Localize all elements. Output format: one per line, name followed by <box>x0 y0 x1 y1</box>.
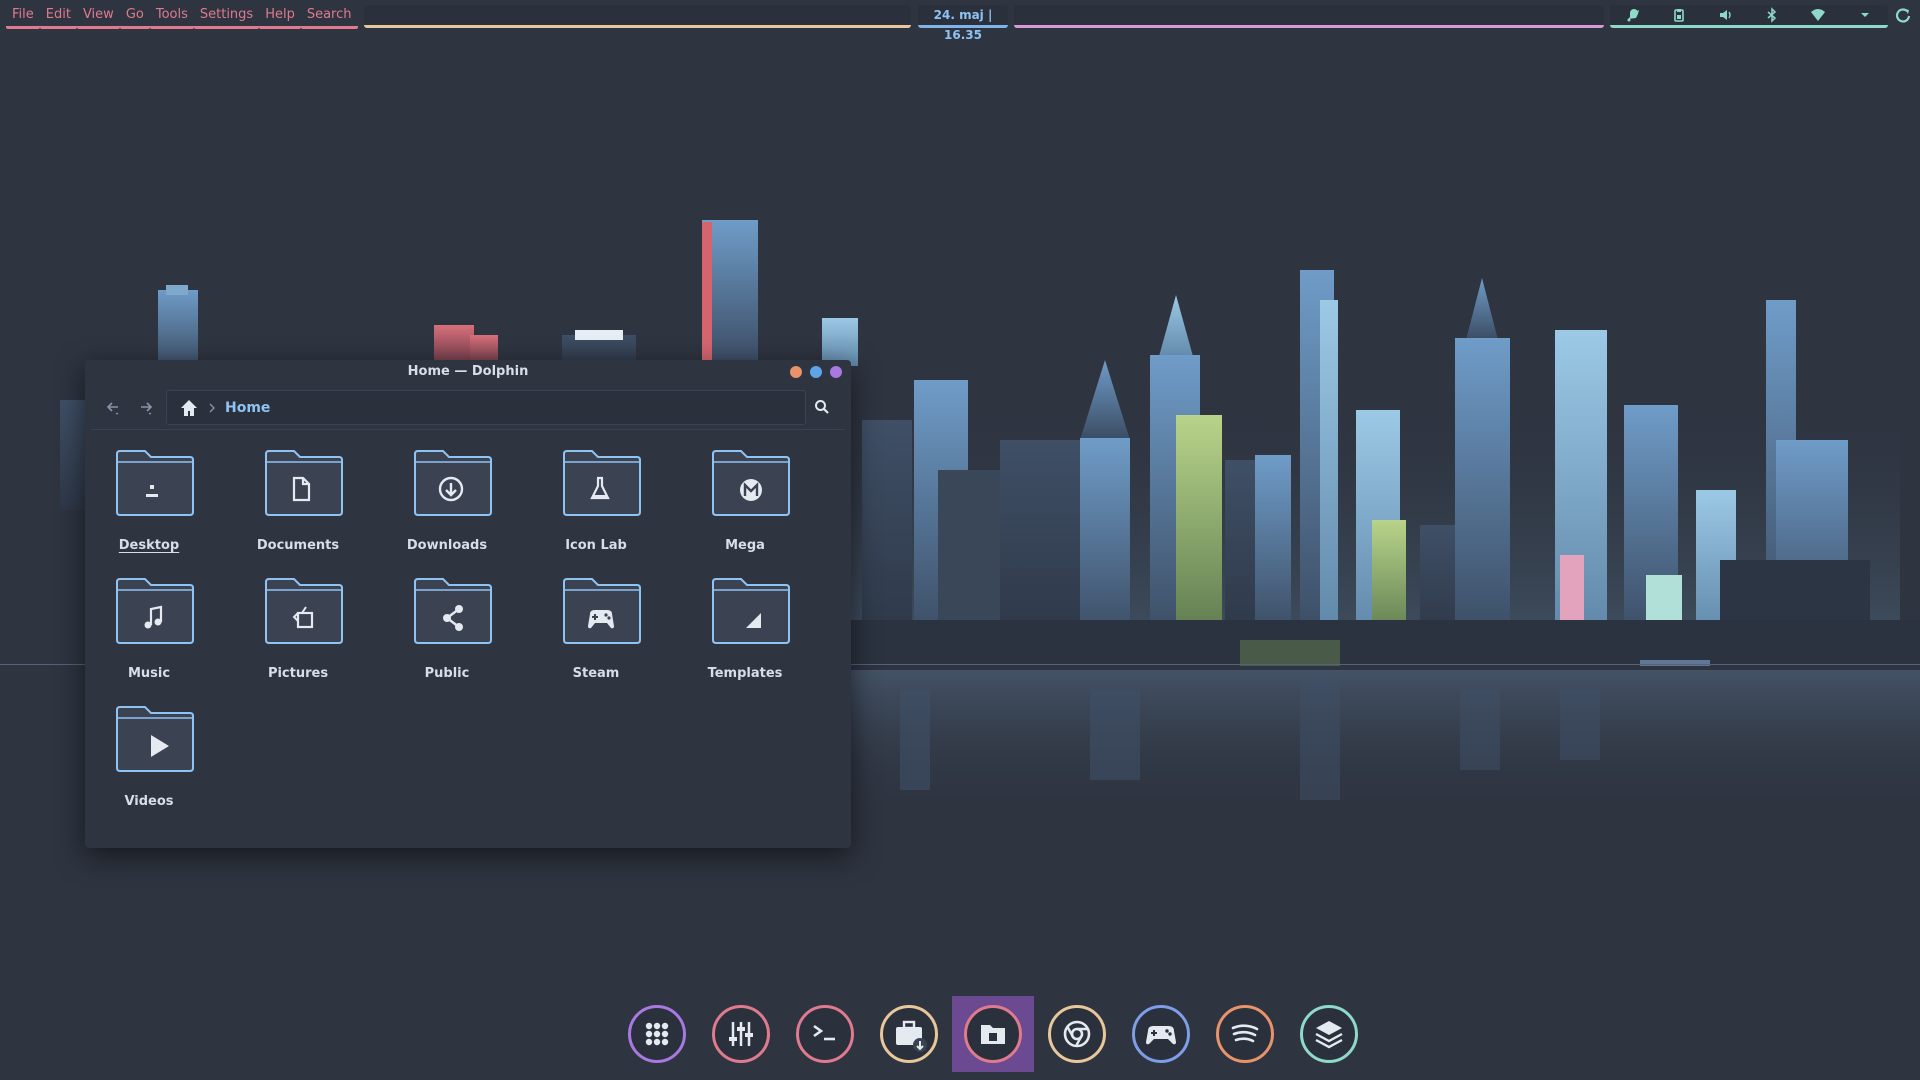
bell-icon[interactable] <box>1624 6 1642 24</box>
dock-file-manager-button[interactable] <box>964 1005 1022 1063</box>
chevron-down-icon[interactable] <box>1856 6 1874 24</box>
clipboard-icon[interactable] <box>1670 6 1688 24</box>
spotify-icon <box>1231 1024 1259 1043</box>
toolbar: Home <box>85 388 851 425</box>
dock-chrome-button[interactable] <box>1048 1005 1106 1063</box>
dock-terminal-button[interactable] <box>796 1005 854 1063</box>
music-folder-icon <box>116 578 194 644</box>
arrow-right-icon <box>141 402 153 415</box>
dock-layers-button[interactable] <box>1300 1005 1358 1063</box>
menu-go[interactable]: Go <box>119 5 150 29</box>
briefcase-download-icon <box>896 1020 927 1052</box>
back-button[interactable] <box>102 396 124 418</box>
mega-folder-icon <box>712 450 790 516</box>
dock-games-button[interactable] <box>1132 1005 1190 1063</box>
arrow-left-icon <box>106 402 119 415</box>
folder-mega[interactable]: Mega <box>675 448 815 568</box>
share-folder-icon <box>414 578 492 644</box>
folder-downloads[interactable]: Downloads <box>377 448 517 568</box>
menu-help[interactable]: Help <box>259 5 301 29</box>
templates-folder-icon <box>712 578 790 644</box>
toolbar-divider <box>91 429 845 430</box>
clock[interactable]: 24. maj | 16.35 <box>918 5 1008 42</box>
bluetooth-icon[interactable] <box>1763 6 1781 24</box>
folder-label: Music <box>127 666 171 681</box>
pictures-folder-icon <box>265 578 343 644</box>
sliders-icon <box>729 1022 753 1046</box>
panel-taskbar-area[interactable] <box>364 5 911 28</box>
dock <box>626 996 1358 1072</box>
dock-spotify-button[interactable] <box>1216 1005 1274 1063</box>
desktop-folder-icon <box>116 450 194 516</box>
forward-button[interactable] <box>135 396 157 418</box>
dock-mixer-button[interactable] <box>712 1005 770 1063</box>
videos-folder-icon <box>116 706 194 772</box>
dolphin-window: Home — Dolphin Home Desktop Documents Down… <box>85 360 851 848</box>
folder-label: Templates <box>707 666 783 681</box>
dock-app-launcher-button[interactable] <box>628 1005 686 1063</box>
folder-icon-lab[interactable]: Icon Lab <box>526 448 666 568</box>
location-bar[interactable]: Home <box>166 390 806 425</box>
flask-folder-icon <box>563 450 641 516</box>
close-button[interactable] <box>830 366 842 378</box>
menu-edit[interactable]: Edit <box>39 5 77 29</box>
folder-label: Mega <box>725 538 765 553</box>
minimize-button[interactable] <box>790 366 802 378</box>
folder-label: Pictures <box>267 666 329 681</box>
global-menu: File Edit View Go Tools Settings Help Se… <box>6 5 358 29</box>
menu-tools[interactable]: Tools <box>149 5 194 29</box>
terminal-icon <box>813 1024 835 1041</box>
chevron-right-icon <box>207 402 219 414</box>
panel-spacer-area <box>1014 5 1604 28</box>
folder-label: Desktop <box>118 538 180 553</box>
folder-public[interactable]: Public <box>377 576 517 696</box>
downloads-folder-icon <box>414 450 492 516</box>
maximize-button[interactable] <box>810 366 822 378</box>
menu-settings[interactable]: Settings <box>193 5 260 29</box>
folder-documents[interactable]: Documents <box>228 448 368 568</box>
folder-label: Steam <box>572 666 620 681</box>
folder-music[interactable]: Music <box>79 576 219 696</box>
power-icon[interactable] <box>1892 5 1914 27</box>
system-tray <box>1610 5 1888 28</box>
dock-software-store-button[interactable] <box>880 1005 938 1063</box>
window-titlebar[interactable]: Home — Dolphin <box>85 360 851 384</box>
chrome-icon <box>1063 1020 1091 1048</box>
gamepad-folder-icon <box>563 578 641 644</box>
wifi-icon[interactable] <box>1809 6 1827 24</box>
grid-icon <box>645 1022 669 1046</box>
folder-desktop[interactable]: Desktop <box>79 448 219 568</box>
documents-folder-icon <box>265 450 343 516</box>
menu-file[interactable]: File <box>6 5 40 29</box>
window-title: Home — Dolphin <box>407 364 529 379</box>
gamepad-icon <box>1146 1026 1176 1045</box>
folder-label: Downloads <box>406 538 488 553</box>
top-panel: File Edit View Go Tools Settings Help Se… <box>0 0 1920 42</box>
folder-videos[interactable]: Videos <box>79 704 219 824</box>
menu-search[interactable]: Search <box>300 5 358 29</box>
breadcrumb-home[interactable]: Home <box>225 400 270 416</box>
folder-label: Public <box>424 666 470 681</box>
folder-label: Documents <box>256 538 340 553</box>
folder-label: Icon Lab <box>565 538 627 553</box>
search-icon[interactable] <box>811 396 833 418</box>
folder-label: Videos <box>124 794 174 809</box>
volume-icon[interactable] <box>1717 6 1735 24</box>
home-icon[interactable] <box>177 396 201 420</box>
folder-icon <box>981 1025 1005 1044</box>
folder-pictures[interactable]: Pictures <box>228 576 368 696</box>
folder-templates[interactable]: Templates <box>675 576 815 696</box>
menu-view[interactable]: View <box>76 5 120 29</box>
folder-steam[interactable]: Steam <box>526 576 666 696</box>
layers-icon <box>1315 1021 1343 1049</box>
